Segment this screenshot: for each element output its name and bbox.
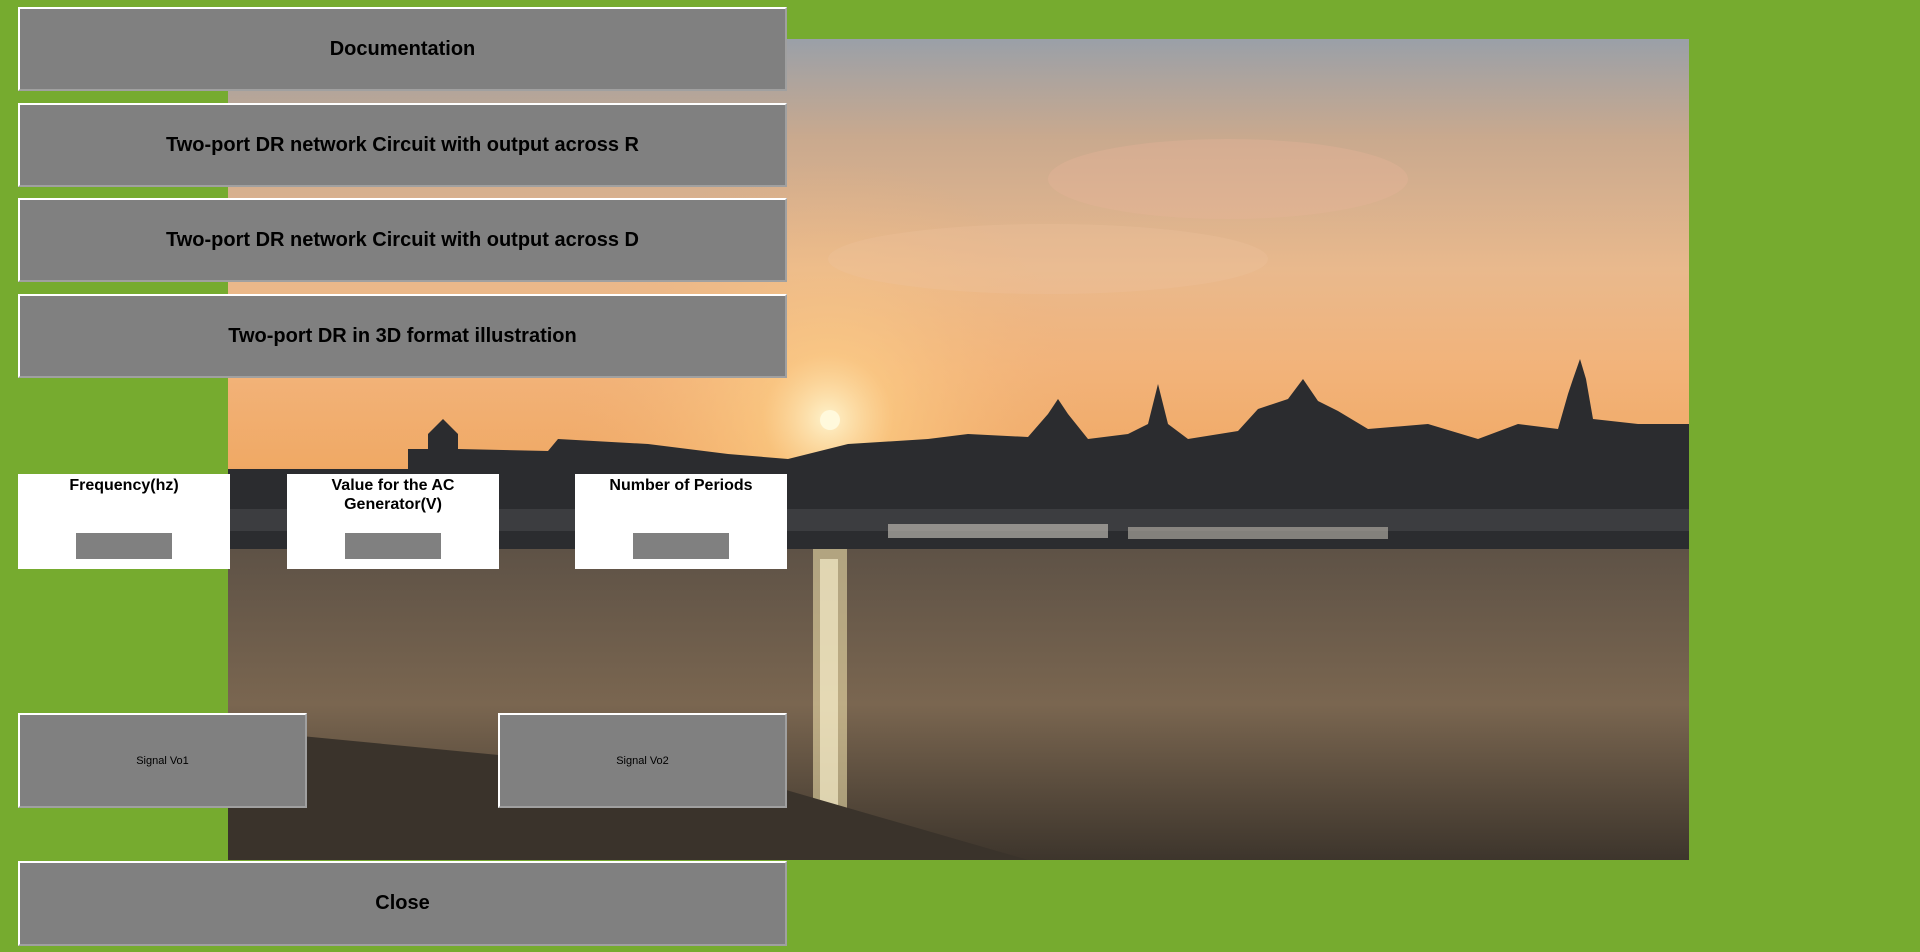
ac-generator-input[interactable] (345, 533, 441, 559)
3d-illustration-button[interactable]: Two-port DR in 3D format illustration (18, 294, 787, 378)
periods-panel: Number of Periods (575, 474, 787, 569)
periods-label: Number of Periods (609, 477, 753, 494)
output-across-r-button[interactable]: Two-port DR network Circuit with output … (18, 103, 787, 187)
ac-generator-label: Value for the AC Generator(V) (331, 477, 455, 513)
close-button[interactable]: Close (18, 861, 787, 946)
periods-input[interactable] (633, 533, 729, 559)
ac-generator-panel: Value for the AC Generator(V) (287, 474, 499, 569)
frequency-panel: Frequency(hz) (18, 474, 230, 569)
app-window: { "buttons": { "documentation": "Documen… (0, 0, 1920, 952)
output-across-d-button[interactable]: Two-port DR network Circuit with output … (18, 198, 787, 282)
frequency-label: Frequency(hz) (69, 477, 179, 494)
signal-vo1-button[interactable]: Signal Vo1 (18, 713, 307, 808)
documentation-button[interactable]: Documentation (18, 7, 787, 91)
frequency-input[interactable] (76, 533, 172, 559)
signal-vo2-button[interactable]: Signal Vo2 (498, 713, 787, 808)
